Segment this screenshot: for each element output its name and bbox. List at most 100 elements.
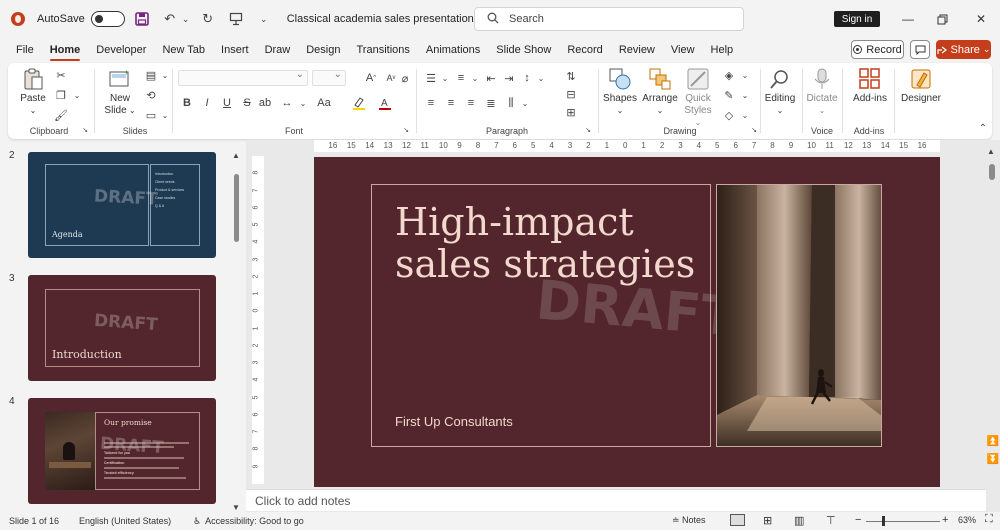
next-slide-icon[interactable]: ⏬ [986,452,1000,466]
shape-outline-dropdown-icon[interactable]: ⌄ [738,88,752,102]
record-button[interactable]: Record [851,40,904,59]
editor-scroll-up-icon[interactable]: ▲ [987,144,995,158]
line-spacing-icon[interactable]: ↕ [520,71,534,85]
text-direction-icon[interactable]: ⇅ [564,69,578,83]
reset-icon[interactable]: ⟲ [144,88,158,102]
shadow-icon[interactable]: ab [258,96,272,110]
tab-design[interactable]: Design [298,38,348,62]
zoom-out-icon[interactable]: − [855,514,861,526]
align-right-icon[interactable]: ≡ [464,96,478,110]
font-launcher-icon[interactable]: ↘ [402,126,410,134]
collapse-ribbon-icon[interactable]: ⌃ [976,121,990,135]
tab-view[interactable]: View [663,38,703,62]
character-spacing-icon[interactable]: ↔ [280,96,294,110]
tab-help[interactable]: Help [703,38,742,62]
tab-file[interactable]: File [0,38,42,62]
section-icon[interactable]: ▭ [144,108,158,122]
autosave-toggle[interactable] [90,11,125,27]
font-color-icon[interactable]: A [378,96,392,110]
tab-new-tab[interactable]: New Tab [154,38,213,62]
shape-effects-dropdown-icon[interactable]: ⌄ [738,108,752,122]
tab-home[interactable]: Home [42,38,89,62]
shape-fill-icon[interactable]: ◈ [722,68,736,82]
strikethrough-button[interactable]: S [240,96,254,110]
drawing-launcher-icon[interactable]: ↘ [750,126,758,134]
zoom-slider[interactable] [866,516,940,526]
tab-developer[interactable]: Developer [88,38,154,62]
dictate-button[interactable]: Dictate ⌄ [804,67,840,117]
underline-button[interactable]: U [220,96,234,110]
undo-dropdown-icon[interactable]: ⌄ [181,8,191,30]
shape-effects-icon[interactable]: ◇ [722,108,736,122]
slideshow-view-icon[interactable]: ⊤ [826,514,836,527]
sign-in-button[interactable]: Sign in [834,11,880,27]
fit-to-window-icon[interactable]: ⛶ [985,513,993,526]
smartart-icon[interactable]: ⊞ [564,105,578,119]
previous-slide-icon[interactable]: ⏫ [986,434,1000,448]
pane-scroll-up-icon[interactable]: ▲ [232,148,240,162]
thumbnail-scrollbar[interactable] [234,174,239,242]
font-size-dropdown[interactable] [312,69,346,86]
restore-icon[interactable] [932,10,952,28]
bold-button[interactable]: B [180,96,194,110]
decrease-indent-icon[interactable]: ⇤ [484,71,498,85]
notes-input[interactable]: Click to add notes [246,489,986,511]
line-spacing-dropdown-icon[interactable]: ⌄ [534,71,548,85]
format-painter-icon[interactable]: 🖌 [54,108,68,122]
columns-dropdown-icon[interactable]: ⌄ [518,96,532,110]
accessibility-status[interactable]: Accessibility: Good to go [205,516,304,526]
align-left-icon[interactable]: ≡ [424,96,438,110]
cut-icon[interactable]: ✂ [54,68,68,82]
highlight-icon[interactable] [352,96,366,110]
tab-record[interactable]: Record [559,38,610,62]
notes-button[interactable]: ≐ Notes [672,515,706,526]
shape-fill-dropdown-icon[interactable]: ⌄ [738,68,752,82]
zoom-level[interactable]: 63% [958,515,976,525]
designer-button[interactable]: Designer [898,67,944,105]
reading-view-icon[interactable]: ▥ [794,514,804,527]
font-name-dropdown[interactable] [178,69,308,86]
new-slide-button[interactable]: + New Slide ⌄ [102,67,138,117]
tab-slide-show[interactable]: Slide Show [488,38,559,62]
arrange-button[interactable]: Arrange ⌄ [642,67,678,117]
save-icon[interactable] [131,8,153,30]
slide-sorter-icon[interactable]: ⊞ [763,514,772,527]
addins-button[interactable]: Add-ins [848,67,892,105]
justify-icon[interactable]: ≣ [484,96,498,110]
zoom-in-icon[interactable]: + [942,514,948,526]
copy-dropdown-icon[interactable]: ⌄ [70,88,84,102]
copy-icon[interactable]: ❐ [54,88,68,102]
layout-icon[interactable]: ▤ [144,68,158,82]
align-text-icon[interactable]: ⊟ [564,87,578,101]
thumbnail-slide-3[interactable]: DRAFT Introduction [28,275,216,381]
editor-scrollbar[interactable] [989,164,995,180]
increase-font-size-icon[interactable]: A ^ [364,71,378,85]
shapes-button[interactable]: Shapes ⌄ [602,67,638,117]
change-case-button[interactable]: Aa [314,96,334,110]
present-icon[interactable] [225,8,247,30]
redo-icon[interactable]: ↻ [197,8,219,30]
spacing-dropdown-icon[interactable]: ⌄ [296,96,310,110]
undo-icon[interactable]: ↶ [159,8,181,30]
minimize-icon[interactable]: — [898,10,918,28]
columns-icon[interactable]: ⫼ [504,96,518,110]
search-box[interactable]: Search [474,7,744,31]
normal-view-icon[interactable] [730,514,745,526]
tab-transitions[interactable]: Transitions [348,38,417,62]
decrease-font-size-icon[interactable]: Av [384,71,398,85]
share-button[interactable]: Share ⌄ [936,40,991,59]
slide-photo[interactable] [716,184,882,447]
align-center-icon[interactable]: ≡ [444,96,458,110]
current-slide[interactable]: High-impact sales strategies First Up Co… [314,157,940,487]
clipboard-launcher-icon[interactable]: ↘ [81,126,89,134]
close-icon[interactable]: ✕ [971,10,991,28]
numbering-icon[interactable]: ≡ [454,71,468,85]
layout-dropdown-icon[interactable]: ⌄ [158,68,172,82]
numbering-dropdown-icon[interactable]: ⌄ [468,71,482,85]
tab-insert[interactable]: Insert [213,38,257,62]
thumbnail-slide-2[interactable]: DRAFT Agenda Introduction Client needs P… [28,152,216,258]
bullets-dropdown-icon[interactable]: ⌄ [438,71,452,85]
customize-toolbar-icon[interactable]: ⌄ [253,8,275,30]
clear-formatting-icon[interactable]: ⌀ [398,71,412,85]
paste-button[interactable]: Paste ⌄ [18,67,48,117]
